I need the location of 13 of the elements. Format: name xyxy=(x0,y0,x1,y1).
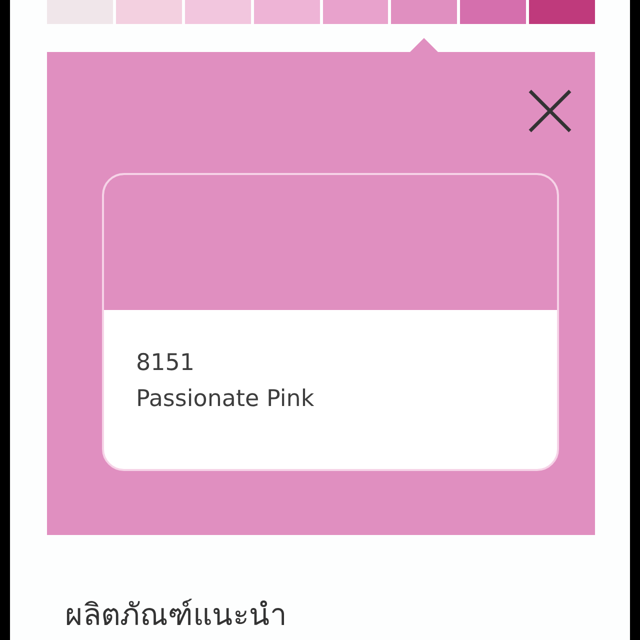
color-swatch[interactable] xyxy=(116,0,182,24)
close-icon xyxy=(527,88,573,134)
section-title: ผลิตภัณฑ์แนะนำ xyxy=(65,598,288,634)
color-code: 8151 xyxy=(136,349,196,378)
color-name: Passionate Pink xyxy=(136,385,316,414)
color-swatch[interactable] xyxy=(322,0,388,24)
color-swatch[interactable] xyxy=(529,0,595,24)
color-swatch[interactable] xyxy=(460,0,526,24)
color-swatch[interactable] xyxy=(47,0,113,24)
color-swatch[interactable] xyxy=(254,0,320,24)
color-swatch[interactable] xyxy=(391,0,458,24)
close-button[interactable] xyxy=(527,88,573,134)
color-swatch[interactable] xyxy=(184,0,251,24)
